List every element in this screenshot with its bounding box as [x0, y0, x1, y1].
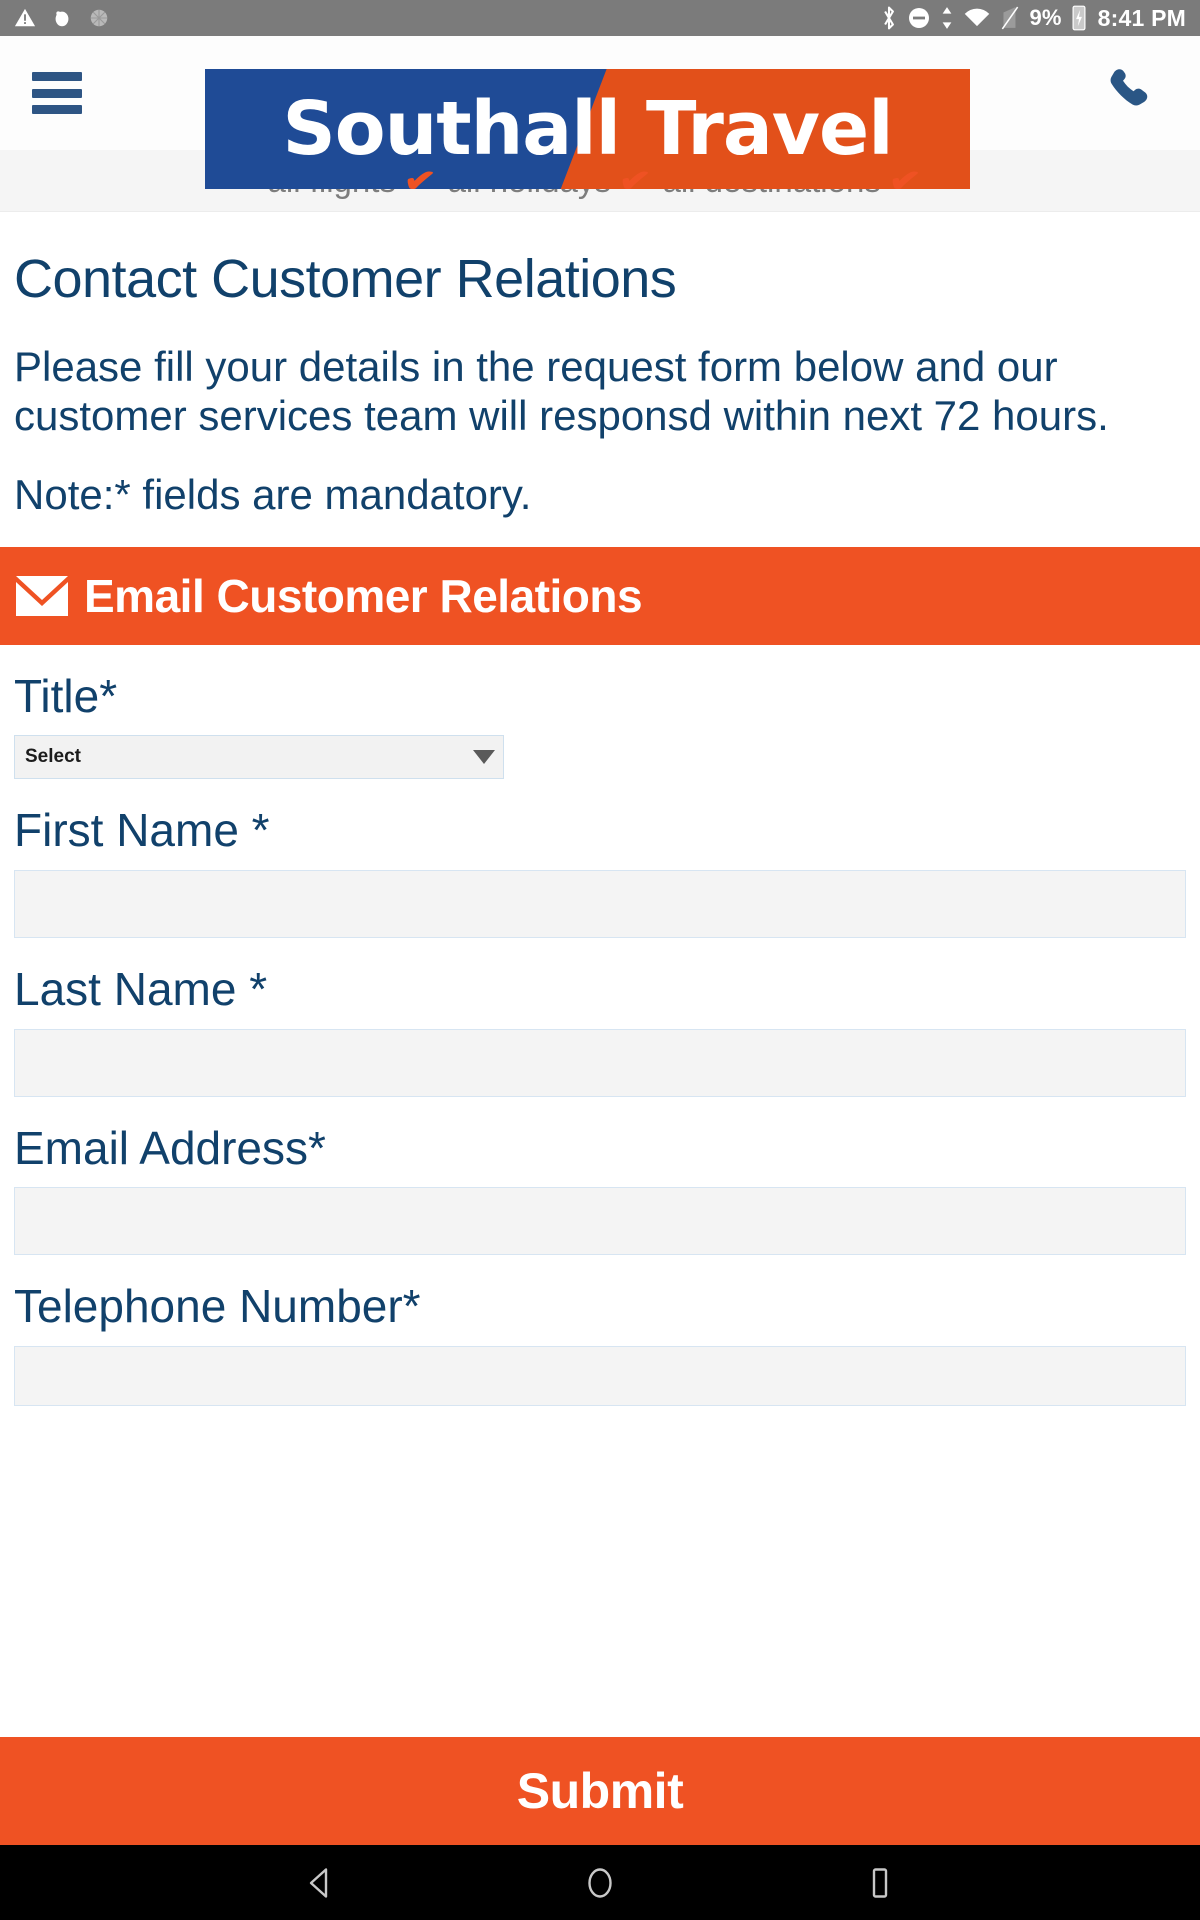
hamburger-menu-icon[interactable] [24, 66, 90, 120]
submit-button[interactable]: Submit [0, 1737, 1200, 1845]
warning-triangle-icon [14, 8, 36, 27]
field-title: Title* Select [0, 645, 1200, 780]
field-label-title: Title* [14, 669, 118, 722]
wifi-icon [965, 8, 990, 27]
circle-icon [90, 9, 108, 27]
signal-off-icon [1002, 6, 1019, 30]
status-bar-right-icons: 9% 8:41 PM [880, 5, 1186, 32]
app-header: Southall Travel [0, 36, 1200, 189]
chevron-down-icon [473, 750, 495, 765]
app-root: 9% 8:41 PM SouthallTravel all flights ✔ [0, 0, 1200, 1920]
title-select[interactable]: Select [14, 735, 504, 780]
field-label-email-address: Email Address* [14, 1121, 326, 1174]
status-bar-left-icons [14, 7, 110, 29]
logo-graphic: Southall Travel [205, 69, 970, 189]
battery-charging-icon [1072, 5, 1086, 31]
field-first-name: First Name * [0, 779, 1200, 939]
section-title: Email Customer Relations [84, 569, 643, 622]
phone-icon-glyph [1110, 69, 1148, 106]
intro-paragraph: Please fill your details in the request … [14, 343, 1109, 440]
android-status-bar: 9% 8:41 PM [0, 0, 1200, 36]
email-address-input[interactable] [14, 1187, 1186, 1256]
phone-icon[interactable] [1098, 58, 1168, 128]
title-select-value: Select [25, 746, 81, 768]
field-telephone-number: Telephone Number* [0, 1255, 1200, 1406]
field-label-telephone-number: Telephone Number* [14, 1280, 421, 1333]
field-email-address: Email Address* [0, 1097, 1200, 1256]
mandatory-note: Note:* fields are mandatory. [14, 470, 532, 518]
logo-secondary-text: Travel [645, 86, 894, 172]
envelope-icon [16, 575, 68, 616]
page-content: Contact Customer Relations Please fill y… [0, 212, 1200, 1737]
field-label-last-name: Last Name * [14, 963, 268, 1016]
cloud-icon [55, 11, 69, 27]
recents-square-icon[interactable] [845, 1848, 915, 1918]
clock-label: 8:41 PM [1097, 4, 1186, 31]
logo-primary-text: Southall [282, 86, 621, 172]
last-name-input[interactable] [14, 1028, 1186, 1097]
back-triangle-icon[interactable] [285, 1848, 355, 1918]
home-circle-icon[interactable] [565, 1848, 635, 1918]
field-label-first-name: First Name * [14, 804, 270, 857]
sync-arrows-icon [943, 7, 952, 29]
bluetooth-icon [884, 6, 895, 30]
telephone-number-input[interactable] [14, 1345, 1186, 1406]
battery-percent-label: 9% [1029, 5, 1062, 30]
contact-form: Title* Select First Name * Last Name * E… [0, 645, 1200, 1406]
site-logo[interactable]: Southall Travel [205, 69, 970, 189]
email-customer-relations-banner: Email Customer Relations [0, 546, 1200, 645]
first-name-input[interactable] [14, 870, 1186, 939]
logo-text: Southall Travel [205, 69, 970, 189]
android-nav-bar [0, 1845, 1200, 1920]
page-title: Contact Customer Relations [14, 249, 677, 309]
field-last-name: Last Name * [0, 938, 1200, 1097]
do-not-disturb-icon [909, 8, 930, 28]
